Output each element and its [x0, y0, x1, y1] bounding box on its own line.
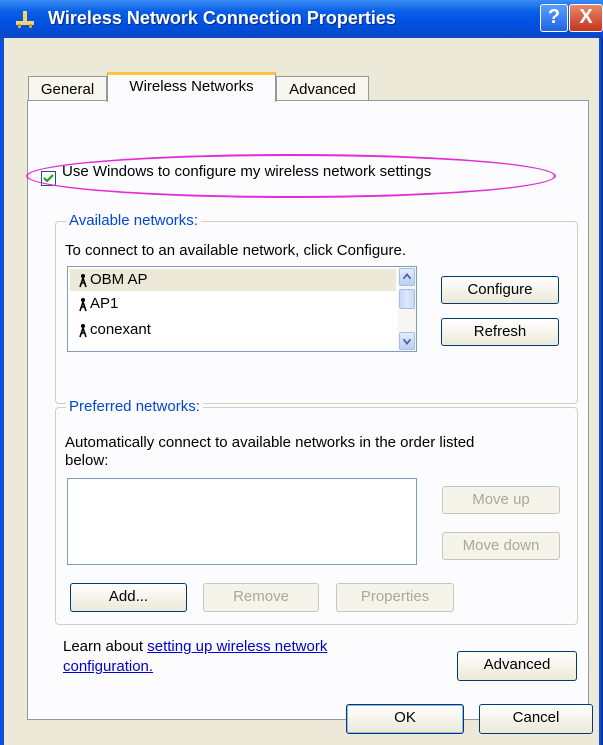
- available-networks-legend: Available networks:: [66, 212, 201, 229]
- preferred-networks-legend: Preferred networks:: [66, 398, 203, 415]
- move-down-button[interactable]: Move down: [442, 532, 560, 560]
- wireless-networks-panel: Use Windows to configure my wireless net…: [26, 100, 589, 720]
- tab-advanced[interactable]: Advanced: [276, 76, 369, 102]
- list-item[interactable]: AP1: [70, 293, 396, 315]
- preferred-description-line1: Automatically connect to available netwo…: [65, 434, 475, 451]
- use-windows-checkbox[interactable]: [41, 171, 56, 186]
- tab-wireless-networks[interactable]: Wireless Networks: [107, 72, 276, 102]
- available-networks-description: To connect to an available network, clic…: [65, 242, 407, 259]
- check-mark-icon: [43, 174, 54, 183]
- list-item[interactable]: conexant: [70, 319, 396, 341]
- cancel-button[interactable]: Cancel: [479, 704, 593, 734]
- window-title: Wireless Network Connection Properties: [48, 8, 396, 28]
- preferred-networks-list[interactable]: [67, 478, 417, 565]
- vertical-scrollbar[interactable]: [398, 267, 416, 351]
- preferred-networks-group: Preferred networks: Automatically connec…: [55, 398, 578, 625]
- setup-help-link-continued[interactable]: configuration.: [63, 658, 153, 675]
- add-button[interactable]: Add...: [70, 583, 187, 612]
- network-name: AP1: [90, 295, 119, 312]
- antenna-icon: [79, 298, 87, 312]
- scroll-down-button[interactable]: [399, 332, 415, 350]
- available-networks-group: Available networks: To connect to an ava…: [55, 212, 578, 404]
- preferred-description-line2: below:: [65, 452, 109, 469]
- refresh-button[interactable]: Refresh: [441, 318, 559, 346]
- chevron-down-icon: [402, 338, 412, 346]
- chevron-up-icon: [402, 272, 412, 280]
- properties-button[interactable]: Properties: [336, 583, 454, 612]
- scroll-up-button[interactable]: [399, 268, 415, 286]
- dialog-client-area: General Wireless Networks Advanced Use W…: [4, 38, 599, 745]
- advanced-button[interactable]: Advanced: [457, 651, 577, 681]
- help-button[interactable]: ?: [540, 4, 568, 32]
- tab-general[interactable]: General: [28, 76, 107, 102]
- scroll-thumb[interactable]: [399, 289, 415, 309]
- close-button[interactable]: X: [569, 4, 603, 32]
- remove-button[interactable]: Remove: [203, 583, 319, 612]
- use-windows-label[interactable]: Use Windows to configure my wireless net…: [62, 163, 431, 180]
- antenna-icon: [79, 274, 87, 288]
- learn-about-text: Learn about setting up wireless network: [63, 638, 327, 655]
- dialog-window: Wireless Network Connection Properties ?…: [0, 0, 603, 745]
- move-up-button[interactable]: Move up: [442, 486, 560, 514]
- network-name: conexant: [90, 321, 151, 338]
- antenna-icon: [79, 324, 87, 338]
- configure-button[interactable]: Configure: [441, 276, 559, 304]
- list-item[interactable]: OBM AP: [70, 269, 396, 291]
- ok-button[interactable]: OK: [346, 704, 464, 734]
- network-name: OBM AP: [90, 271, 148, 288]
- network-connection-icon: [16, 11, 34, 28]
- setup-help-link[interactable]: setting up wireless network: [147, 638, 327, 655]
- title-bar[interactable]: Wireless Network Connection Properties ?…: [0, 0, 603, 38]
- learn-about-prefix: Learn about: [63, 638, 148, 655]
- available-networks-list[interactable]: OBM AP AP1 conexant: [67, 266, 417, 352]
